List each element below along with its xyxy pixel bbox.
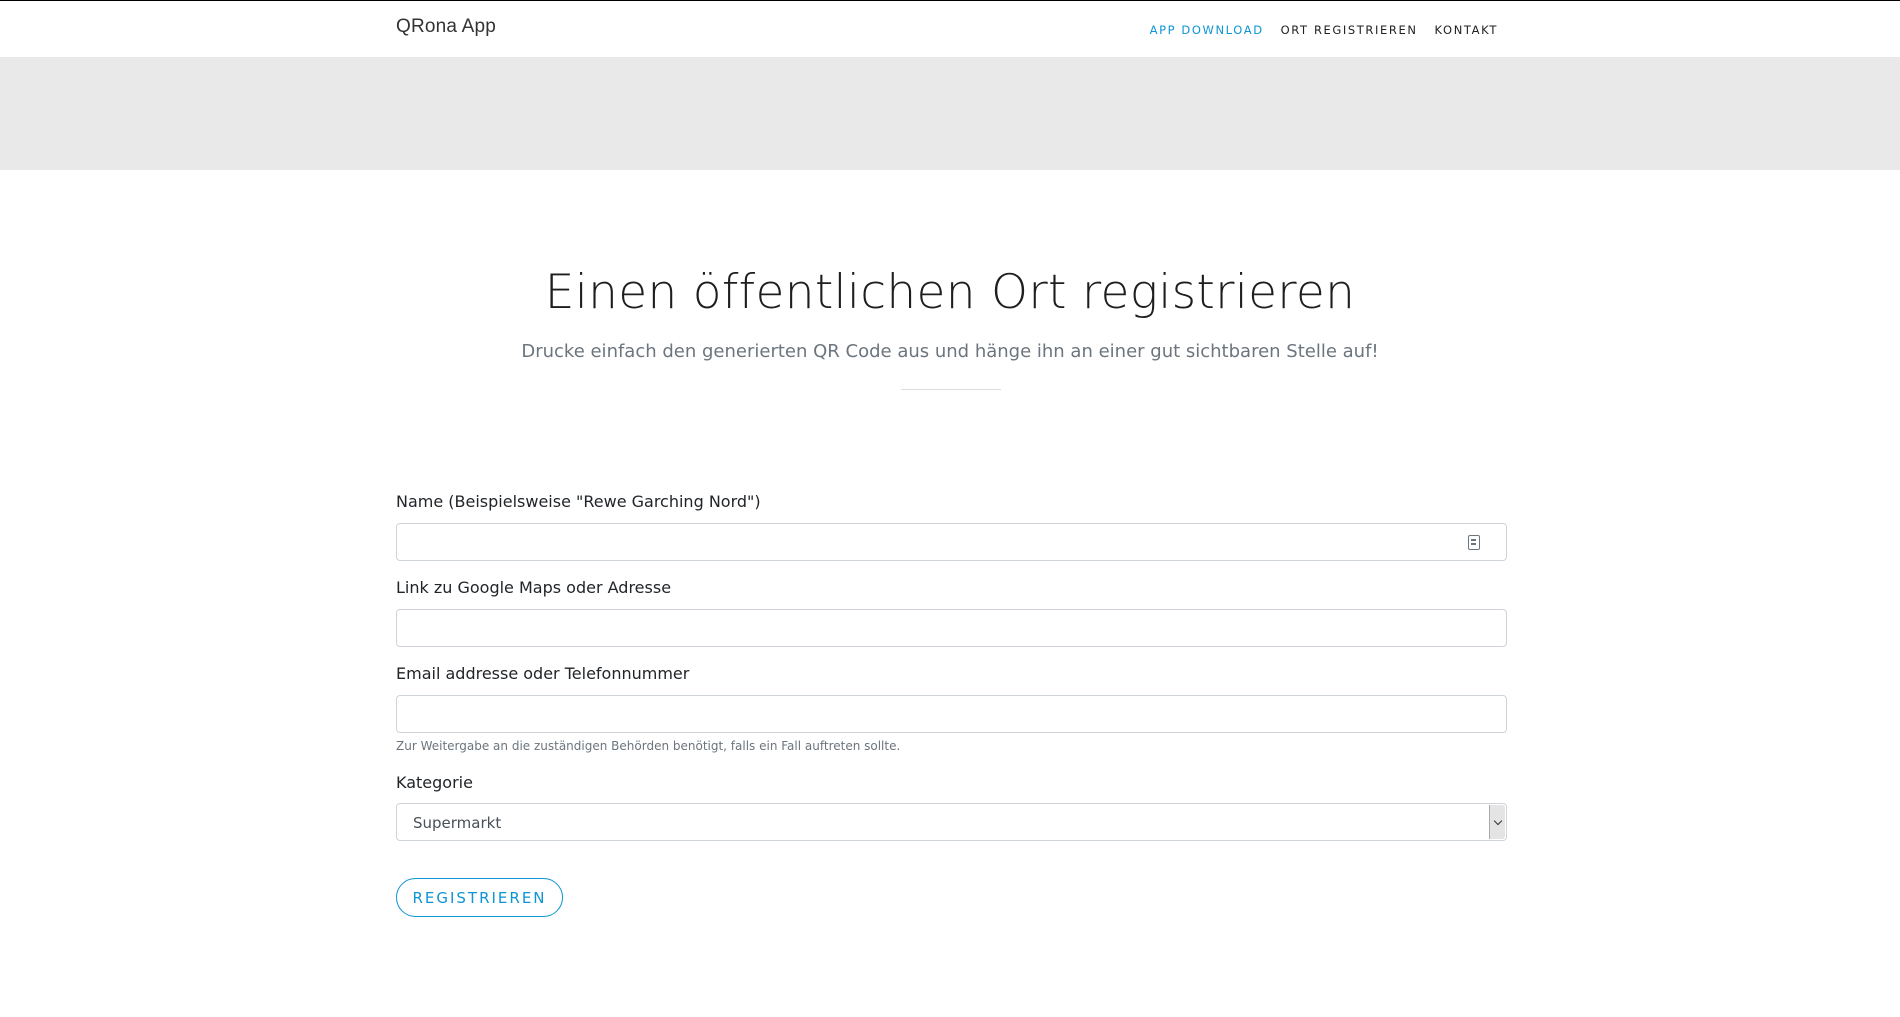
contact-card-icon[interactable]	[1468, 535, 1480, 550]
brand-logo[interactable]: QRona App	[396, 16, 496, 38]
chevron-down-icon[interactable]	[1489, 805, 1505, 839]
category-select-value: Supermarkt	[413, 814, 502, 832]
name-label: Name (Beispielsweise "Rewe Garching Nord…	[396, 492, 761, 511]
address-input[interactable]	[396, 609, 1507, 647]
nav-links: APP DOWNLOAD ORT REGISTRIEREN KONTAKT	[1150, 23, 1498, 37]
category-select[interactable]: Supermarkt	[396, 803, 1507, 841]
page-title: Einen öffentlichen Ort registrieren	[544, 265, 1356, 320]
nav-link-ort-registrieren[interactable]: ORT REGISTRIEREN	[1281, 23, 1418, 37]
register-button[interactable]: REGISTRIEREN	[396, 878, 563, 917]
nav-link-app-download[interactable]: APP DOWNLOAD	[1150, 23, 1264, 37]
nav-link-kontakt[interactable]: KONTAKT	[1435, 23, 1498, 37]
category-label: Kategorie	[396, 773, 473, 792]
contact-hint: Zur Weitergabe an die zuständigen Behörd…	[396, 739, 901, 753]
title-divider	[901, 389, 1001, 390]
contact-label: Email addresse oder Telefonnummer	[396, 664, 690, 683]
name-input[interactable]	[396, 523, 1507, 561]
address-label: Link zu Google Maps oder Adresse	[396, 578, 672, 597]
navbar: QRona App APP DOWNLOAD ORT REGISTRIEREN …	[0, 1, 1900, 57]
contact-input[interactable]	[396, 695, 1507, 733]
page-subtitle: Drucke einfach den generierten QR Code a…	[521, 341, 1379, 362]
header-band	[0, 57, 1900, 170]
